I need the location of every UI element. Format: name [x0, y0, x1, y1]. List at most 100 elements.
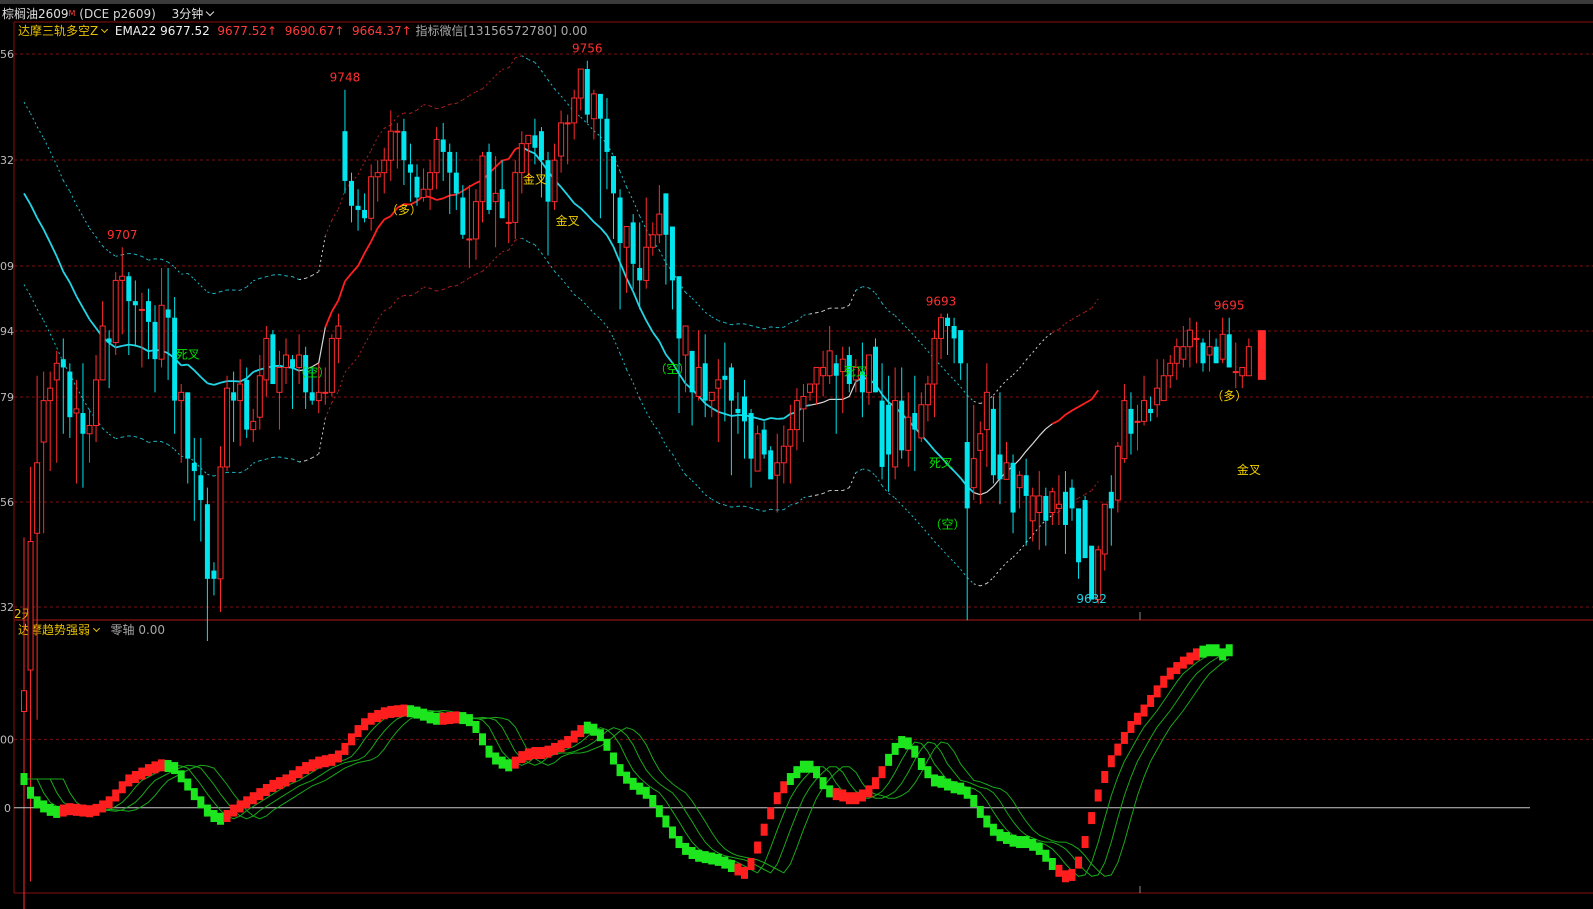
ema-line-segment: [652, 331, 661, 342]
upper-band-segment: [23, 101, 31, 114]
y-tick-label: 09: [0, 260, 14, 273]
upper-band-segment: [292, 276, 300, 281]
lower-band-segment: [534, 244, 542, 254]
osc-bar: [282, 774, 290, 787]
candle-body-up: [40, 400, 47, 443]
ema-line-segment: [429, 196, 438, 201]
ema-line-segment: [783, 413, 791, 420]
osc-bar: [72, 803, 80, 816]
lower-band-segment: [842, 487, 850, 492]
lower-band-segment: [311, 453, 319, 459]
lower-band-segment: [246, 462, 254, 470]
osc-bar: [564, 736, 572, 749]
osc-signal-line: [24, 651, 1230, 877]
upper-band-segment: [462, 95, 470, 101]
osc-bar: [158, 759, 166, 772]
candle-body-up: [1029, 495, 1036, 522]
ema-line-segment: [1071, 406, 1079, 412]
candle-body-down: [997, 454, 1003, 480]
ema-line-segment: [822, 398, 830, 403]
osc-bar: [485, 745, 493, 758]
upper-band-segment: [436, 106, 444, 110]
osc-bar: [105, 796, 113, 809]
ema-line-segment: [718, 410, 726, 415]
candle-body-up: [158, 304, 165, 360]
candle-body-up: [472, 201, 479, 240]
ema-line-segment: [507, 148, 517, 160]
grid-layer: 56 32 09 94 79 56 32: [0, 21, 1593, 894]
osc-bar: [695, 849, 703, 862]
candle-body-down: [145, 301, 151, 322]
lower-band-segment: [645, 411, 654, 424]
upper-band-segment: [449, 102, 457, 105]
lower-band-segment: [515, 237, 522, 241]
candle-body-down: [270, 334, 276, 385]
osc-bar: [1094, 789, 1102, 802]
candle-body-up: [53, 362, 60, 381]
candle-body-down: [663, 193, 669, 235]
upper-band-segment: [809, 312, 817, 315]
osc-bar: [413, 706, 421, 719]
ema-line-segment: [927, 441, 936, 451]
ema-line-segment: [370, 227, 379, 242]
osc-bar: [596, 729, 604, 742]
ema-line-segment: [560, 186, 569, 196]
upper-band-segment: [541, 70, 549, 81]
osc-bar: [610, 752, 617, 765]
upper-band-segment: [36, 126, 45, 139]
osc-bar: [387, 705, 395, 718]
ema-line-segment: [638, 306, 648, 322]
candle-body-up: [1003, 462, 1010, 480]
ema-line-segment: [363, 241, 372, 254]
candle-body-down: [191, 462, 197, 472]
lower-band-segment: [266, 456, 274, 460]
candle-body-up: [1055, 503, 1062, 509]
ema-line-segment: [1045, 423, 1053, 430]
candle-body-down: [1213, 346, 1219, 364]
osc-bar: [950, 781, 958, 794]
ema-line-segment: [207, 382, 215, 386]
lower-band-segment: [1091, 481, 1099, 491]
osc-bar: [66, 803, 74, 816]
osc-bar: [20, 773, 28, 786]
candle-body-down: [447, 151, 453, 173]
candle-body-down: [67, 371, 73, 418]
candle-body-up: [381, 159, 388, 174]
candle-body-up: [708, 391, 715, 402]
upper-band-segment: [724, 322, 732, 326]
candle-body-down: [126, 276, 132, 302]
osc-bar: [1134, 712, 1141, 725]
price-chart-svg[interactable]: 56 32 09 94 79 56 32 9707 9748 9756 9693 9695 9632 死…: [0, 0, 1593, 909]
candle-body-up: [34, 462, 41, 534]
lower-band-segment: [239, 468, 247, 474]
candle-body-down: [1062, 491, 1068, 525]
osc-bar: [773, 792, 781, 805]
candle-body-up: [787, 429, 794, 447]
osc-bar: [963, 786, 971, 799]
upper-band-segment: [790, 320, 798, 324]
osc-bar: [813, 766, 821, 779]
lower-band-segment: [639, 398, 647, 413]
ema-line-segment: [973, 492, 981, 496]
osc-zero-tick: 0: [4, 802, 11, 815]
osc-bar: [1009, 834, 1017, 847]
osc-bar: [236, 800, 244, 813]
osc-bar: [1042, 849, 1050, 862]
candle-body-up: [924, 383, 931, 406]
candle-body-down: [231, 392, 237, 401]
upper-band-segment: [423, 104, 431, 107]
ema-line-segment: [36, 217, 45, 230]
candle-body-up: [112, 279, 119, 344]
osc-bar: [92, 803, 100, 816]
upper-band-segment: [259, 276, 267, 279]
osc-bar: [433, 712, 441, 725]
candle-body-up: [335, 325, 342, 339]
candle-body-up: [315, 391, 322, 402]
y-tick-label: 56: [0, 496, 14, 509]
ema-line-segment: [252, 368, 261, 373]
osc-bar: [59, 804, 67, 817]
candle-body-up: [387, 130, 394, 161]
upper-band-segment: [495, 69, 503, 77]
upper-band-segment: [1006, 374, 1014, 381]
osc-bar: [872, 777, 879, 790]
